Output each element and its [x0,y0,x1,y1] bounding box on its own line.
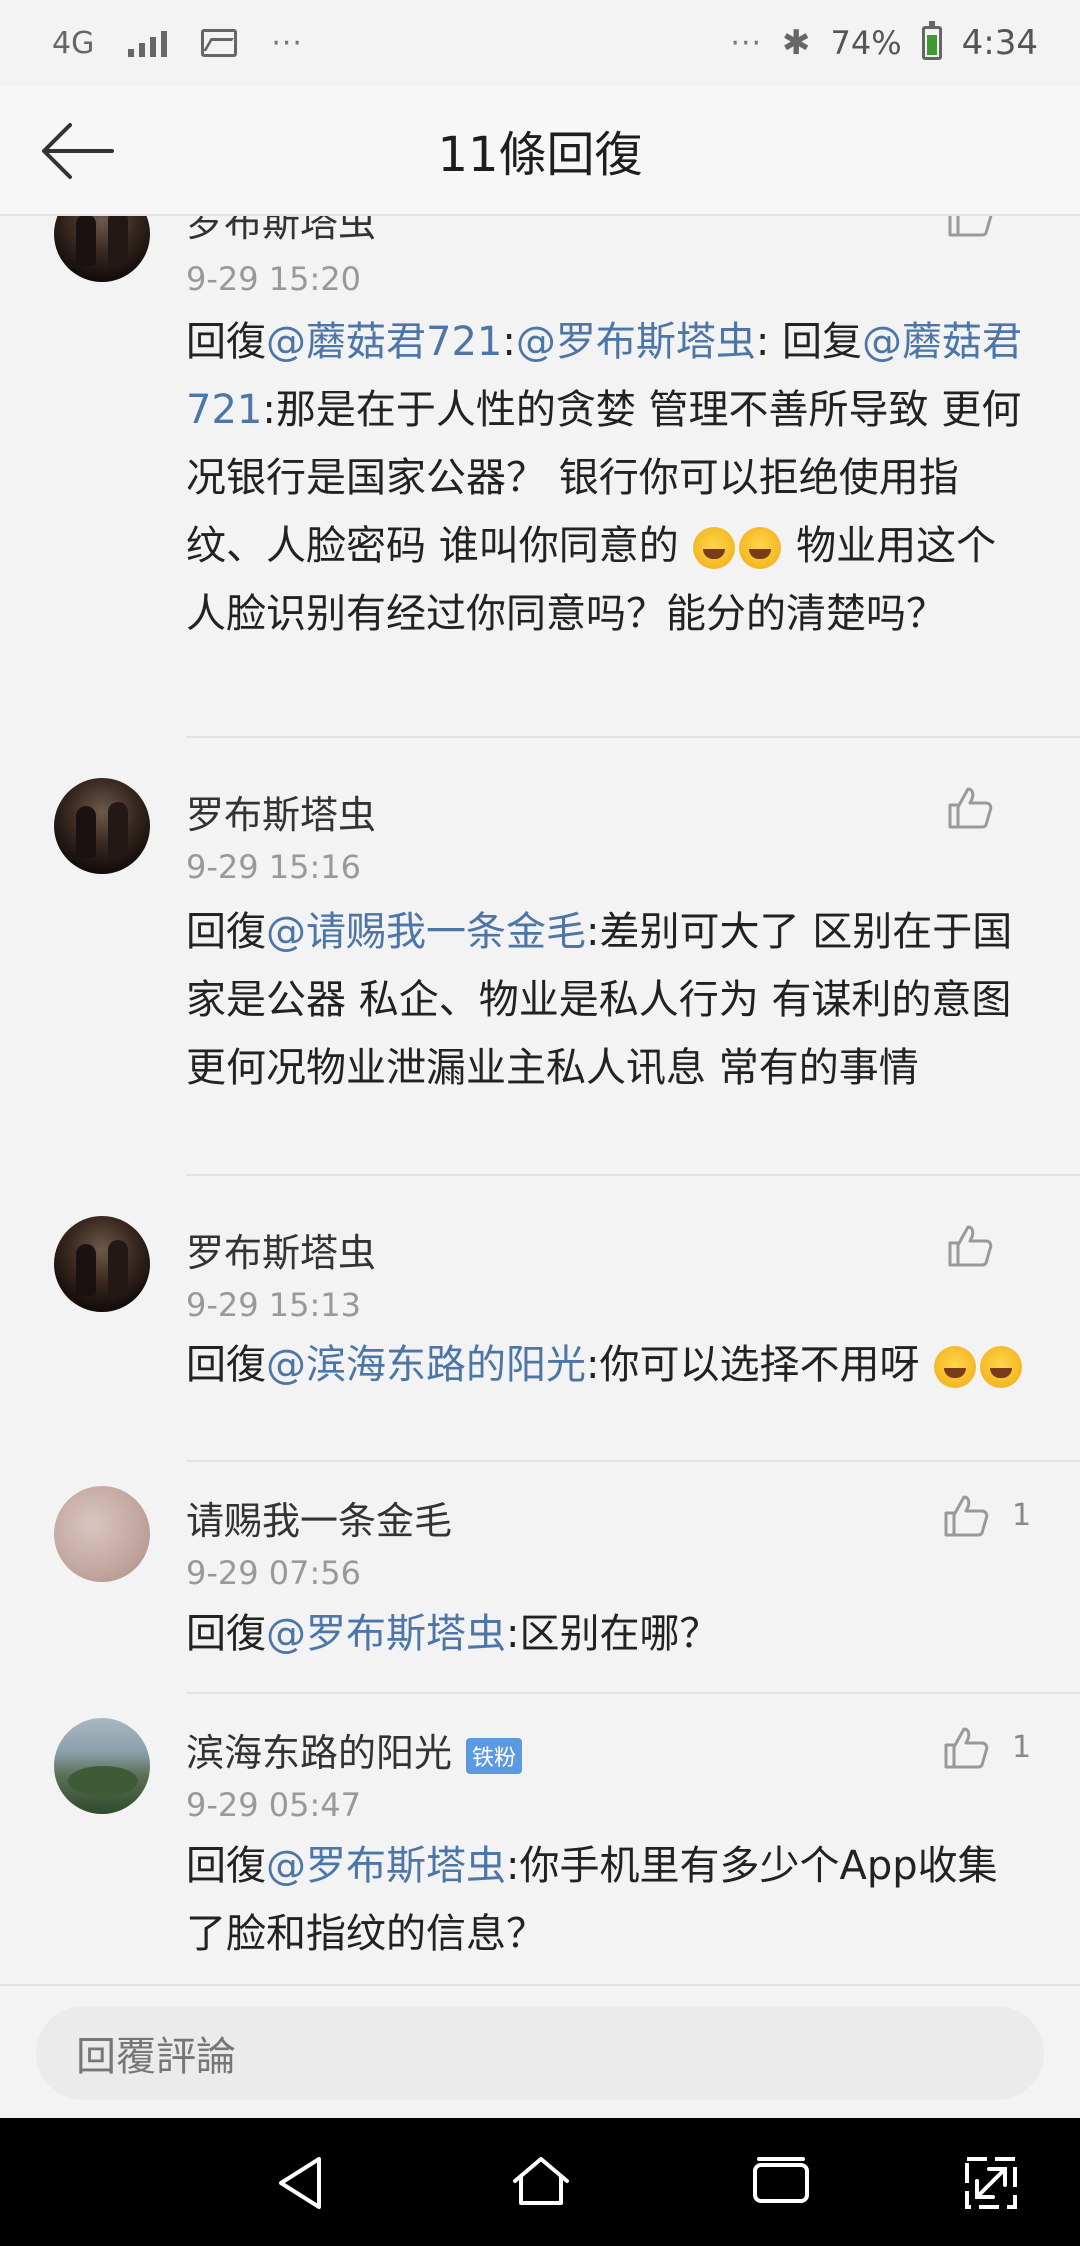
bluetooth-icon: ✱ [782,23,811,63]
username[interactable]: 滨海东路的阳光 铁粉 [186,1722,523,1777]
username[interactable]: 罗布斯塔虫 [186,784,376,839]
user-mention-link[interactable]: @请赐我一条金毛 [266,909,586,955]
comment-text: 回復@请赐我一条金毛:差别可大了 区别在于国家是公器 私企、物业是私人行为 有谋… [186,898,1026,1102]
system-nav-bar [0,2118,1080,2246]
page-title: 11條回復 [437,127,643,183]
thumbs-up-icon [944,1727,989,1769]
user-mention-link[interactable]: @蘑菇君721 [266,319,502,365]
comment-item: 请赐我一条金毛 1 9-29 07:56 回復@罗布斯塔虫:区别在哪？ [0,1462,1080,1694]
comment-list[interactable]: 罗布斯塔虫 9-29 15:20 回復@蘑菇君721:@罗布斯塔虫: 回复@蘑菇… [0,216,1080,1984]
like-button[interactable] [936,1720,996,1776]
reply-bar: 回覆評論 [0,1984,1080,2118]
user-mention-link[interactable]: @滨海东路的阳光 [266,1342,586,1388]
avatar[interactable] [54,1486,150,1582]
like-count: 1 [1012,1498,1032,1533]
more-notifications-icon: ··· [271,25,303,61]
battery-icon [921,21,942,60]
comment-text: 回復@罗布斯塔虫:你手机里有多少个App收集了脸和指纹的信息？ [186,1832,1026,1968]
timestamp: 9-29 15:20 [186,260,362,298]
comment-item: 罗布斯塔虫 9-29 15:16 回復@请赐我一条金毛:差别可大了 区别在于国家… [0,738,1080,1176]
comment-text-segment: : 回复 [755,319,863,365]
timestamp: 9-29 15:13 [186,1286,362,1324]
rofl-emoji [934,1346,977,1388]
comment-text-segment: 回復 [186,1843,266,1889]
status-right: ··· ✱ 74% 4:34 [730,21,1038,63]
comment-text-segment: :你可以选择不用呀 [586,1342,933,1388]
comment-text: 回復@蘑菇君721:@罗布斯塔虫: 回复@蘑菇君721:那是在于人性的贪婪 管理… [186,308,1026,648]
network-type: 4G [52,25,95,61]
user-mention-link[interactable]: @罗布斯塔虫 [516,319,756,365]
nav-home-button[interactable] [506,2148,576,2218]
laugh-tears-emoji [693,527,736,569]
thumbs-up-icon [944,1495,989,1537]
comment-item: 罗布斯塔虫 9-29 15:20 回復@蘑菇君721:@罗布斯塔虫: 回复@蘑菇… [0,216,1080,738]
rofl-emoji [980,1346,1023,1388]
nav-recents-button[interactable] [746,2148,816,2218]
comment-text-segment: 回復 [186,319,266,365]
thumbs-up-icon [948,216,993,237]
like-count: 1 [1012,1730,1032,1765]
status-left: 4G ··· [52,26,303,61]
clock: 4:34 [961,23,1038,63]
nav-back-button[interactable] [266,2148,336,2218]
expand-icon [965,2157,1017,2209]
like-button[interactable] [936,1488,996,1544]
avatar[interactable] [54,1718,150,1814]
username[interactable]: 请赐我一条金毛 [186,1490,452,1545]
username-text: 滨海东路的阳光 [186,1731,453,1775]
reply-input[interactable]: 回覆評論 [36,2006,1044,2100]
laugh-tears-emoji [739,527,782,569]
avatar[interactable] [54,778,150,874]
recents-icon [753,2157,809,2203]
image-notification-icon [201,29,238,57]
user-mention-link[interactable]: @罗布斯塔虫 [266,1843,506,1889]
like-button[interactable] [940,1218,1000,1274]
comment-text: 回復@滨海东路的阳光:你可以选择不用呀 [186,1336,1026,1394]
timestamp: 9-29 07:56 [186,1554,362,1592]
comment-item: 罗布斯塔虫 9-29 15:13 回復@滨海东路的阳光:你可以选择不用呀 [0,1176,1080,1462]
signal-icon [128,29,168,57]
timestamp: 9-29 15:16 [186,848,362,886]
arrow-left-icon [42,123,114,179]
user-mention-link[interactable]: @罗布斯塔虫 [266,1611,506,1657]
comment-item: 滨海东路的阳光 铁粉 1 9-29 05:47 回復@罗布斯塔虫:你手机里有多少个… [0,1694,1080,1984]
comment-text-segment: 回復 [186,1342,266,1388]
nav-expand-button[interactable] [956,2148,1026,2218]
thumbs-up-icon [948,787,993,829]
comment-text-segment: :区别在哪？ [506,1611,720,1657]
like-button[interactable] [940,780,1000,836]
comment-text-segment: 回復 [186,1611,266,1657]
more-status-icon: ··· [730,25,763,61]
username[interactable]: 罗布斯塔虫 [186,216,376,247]
comment-text-segment: 回復 [186,909,266,955]
timestamp: 9-29 05:47 [186,1786,362,1824]
fan-badge: 铁粉 [466,1737,523,1774]
comment-text: 回復@罗布斯塔虫:区别在哪？ [186,1600,1026,1668]
comment-text-segment: : [502,319,516,365]
back-triangle-icon [279,2157,321,2209]
home-icon [513,2157,569,2205]
avatar[interactable] [54,216,150,282]
battery-percent: 74% [830,24,902,62]
avatar[interactable] [54,1216,150,1312]
thumbs-up-icon [948,1225,993,1267]
header: 11條回復 [0,86,1080,216]
username[interactable]: 罗布斯塔虫 [186,1222,376,1277]
like-button[interactable] [940,216,1000,244]
back-button[interactable] [40,116,120,186]
status-bar: 4G ··· ··· ✱ 74% 4:34 [0,0,1080,86]
